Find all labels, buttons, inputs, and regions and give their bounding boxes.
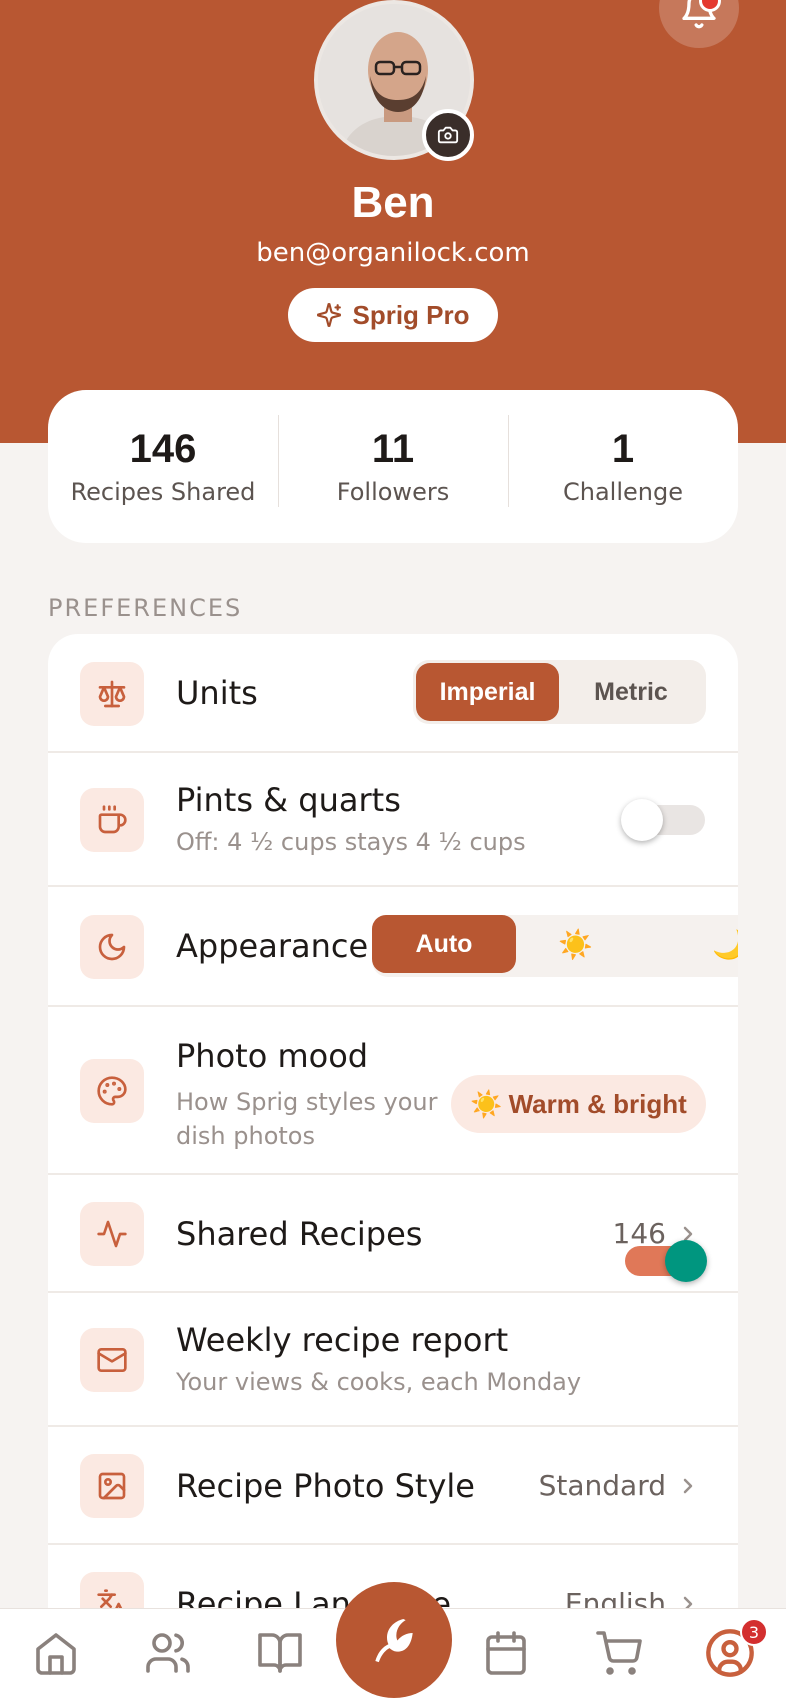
stats-card: 146 Recipes Shared 11 Followers 1 Challe…: [48, 390, 738, 543]
activity-icon: [80, 1202, 144, 1266]
cup-icon: [80, 788, 144, 852]
camera-icon: [437, 126, 459, 144]
palette-icon: [80, 1059, 144, 1123]
appearance-option-light[interactable]: ☀️: [558, 928, 593, 961]
profile-email: ben@organilock.com: [256, 238, 530, 268]
nav-community[interactable]: [140, 1625, 196, 1681]
plan-label: Sprig Pro: [352, 299, 470, 330]
sparkles-icon: [317, 302, 342, 328]
row-title: Pints & quarts: [176, 781, 401, 819]
stat-recipes-shared[interactable]: 146 Recipes Shared: [48, 427, 278, 506]
chevron-right-icon: [683, 1478, 693, 1494]
calendar-icon: [486, 1631, 526, 1675]
nav-planner[interactable]: [478, 1625, 534, 1681]
stat-label: Followers: [336, 478, 450, 506]
nav-recipes[interactable]: [252, 1625, 308, 1681]
appearance-segmented-control: Auto ☀️ 🌙: [372, 915, 738, 977]
row-title: Shared Recipes: [176, 1215, 423, 1253]
book-icon: [258, 1633, 302, 1673]
stat-value: 1: [611, 427, 635, 471]
row-subtitle: Your views & cooks, each Monday: [176, 1368, 582, 1396]
moon-icon: [80, 915, 144, 979]
nav-cart[interactable]: [590, 1625, 646, 1681]
pints-toggle[interactable]: [621, 799, 705, 841]
row-title: Appearance: [176, 927, 369, 965]
stat-followers[interactable]: 11 Followers: [278, 415, 508, 507]
cart-icon: [596, 1631, 642, 1675]
photo-mood-pill[interactable]: ☀️ Warm & bright: [451, 1075, 706, 1133]
units-option-imperial[interactable]: Imperial: [416, 663, 559, 721]
row-title: Photo mood: [176, 1037, 369, 1075]
scale-icon: [80, 662, 144, 726]
plan-badge-button[interactable]: Sprig Pro: [288, 288, 498, 342]
profile-name: Ben: [351, 178, 435, 227]
stat-label: Challenge: [563, 478, 683, 506]
row-photo-mood: Photo mood How Sprig styles your dish ph…: [48, 1007, 738, 1175]
nav-create-button[interactable]: [336, 1582, 452, 1698]
stat-value: 146: [129, 427, 197, 471]
row-title: Units: [176, 674, 258, 712]
sprig-logo-icon: [375, 1619, 413, 1663]
change-photo-button[interactable]: [422, 109, 474, 161]
weekly-report-toggle[interactable]: [625, 1240, 707, 1282]
row-photo-style[interactable]: Recipe Photo Style Standard: [48, 1427, 738, 1545]
preferences-card: Units Imperial Metric Pints & quarts Off…: [48, 634, 738, 1704]
appearance-option-auto[interactable]: Auto: [372, 915, 516, 973]
mail-icon: [80, 1328, 144, 1392]
home-icon: [36, 1633, 76, 1675]
sun-icon: ☀️: [470, 1088, 503, 1119]
row-value: Standard: [538, 1469, 666, 1502]
row-units: Units Imperial Metric: [48, 634, 738, 753]
row-title: Recipe Photo Style: [176, 1467, 475, 1505]
toggle-knob: [665, 1240, 707, 1282]
row-subtitle-line2: dish photos: [176, 1122, 315, 1150]
row-subtitle-line1: How Sprig styles your: [176, 1088, 438, 1116]
row-subtitle: Off: 4 ½ cups stays 4 ½ cups: [176, 828, 526, 856]
profile-notification-badge: 3: [740, 1618, 768, 1646]
pill-label: Warm & bright: [508, 1088, 687, 1119]
row-weekly-report: Weekly recipe report Your views & cooks,…: [48, 1293, 738, 1427]
appearance-option-dark[interactable]: 🌙: [712, 928, 738, 961]
people-icon: [146, 1633, 190, 1673]
toggle-knob: [621, 799, 663, 841]
nav-home[interactable]: [28, 1625, 84, 1681]
units-option-metric[interactable]: Metric: [559, 663, 703, 721]
row-appearance: Appearance Auto ☀️ 🌙: [48, 887, 738, 1007]
stat-challenge[interactable]: 1 Challenge: [508, 415, 738, 507]
row-title: Weekly recipe report: [176, 1321, 509, 1359]
section-title-preferences: PREFERENCES: [48, 594, 243, 622]
stat-label: Recipes Shared: [70, 478, 256, 506]
stat-value: 11: [371, 427, 415, 471]
units-segmented-control: Imperial Metric: [413, 660, 706, 724]
image-icon: [80, 1454, 144, 1518]
row-pints-quarts: Pints & quarts Off: 4 ½ cups stays 4 ½ c…: [48, 753, 738, 887]
